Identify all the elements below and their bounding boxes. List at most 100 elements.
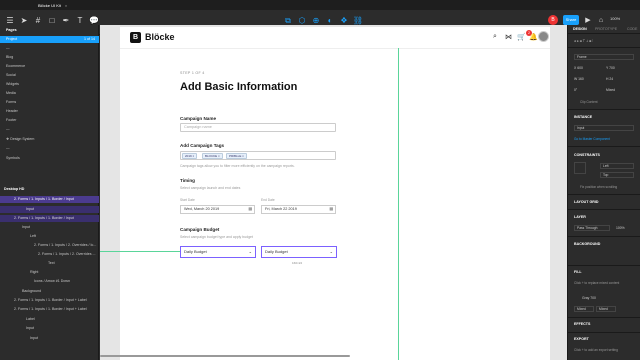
tag-chip[interactable]: 2019 × <box>182 153 198 159</box>
constraint-horizontal[interactable]: Left <box>600 163 634 169</box>
page-item-project[interactable]: Project 1 of 14 <box>0 36 99 43</box>
avatar[interactable] <box>538 31 549 42</box>
divider <box>568 236 640 237</box>
h-field[interactable]: H 24 <box>606 76 613 82</box>
layer-row[interactable]: Input <box>0 224 99 231</box>
budget-amount-select[interactable]: Daily Budget ⌄ <box>261 246 337 258</box>
layer-row[interactable]: Input <box>0 335 99 342</box>
canvas[interactable]: B Blöcke ⌕ ⋈ 🛒 2 🔔 STEP 1 OF 4 Add Basic… <box>100 25 567 360</box>
align-icons[interactable]: ⫷ ⫸ ⊟ ⊤ ⊥ ⊞ ⋮ <box>574 38 593 44</box>
page-item[interactable]: Header <box>0 108 99 115</box>
rotation-field[interactable]: 0° <box>574 87 577 93</box>
page-item[interactable]: — <box>0 45 99 52</box>
layer-row[interactable]: 2. Forms / 1. Inputs / 1. Border / Input <box>0 196 99 203</box>
layer-row[interactable]: 2. Forms / 1. Inputs / 1. Border / Input… <box>0 306 99 313</box>
page-item[interactable]: Symbols <box>0 155 99 162</box>
page-item[interactable]: Blog <box>0 54 99 61</box>
opacity-field[interactable]: 100% <box>616 225 625 231</box>
search-icon[interactable]: ⌕ <box>493 33 497 41</box>
layer-row[interactable]: Label <box>0 316 99 323</box>
end-date-input[interactable]: Fri, March 22 2019 ▦ <box>261 205 336 214</box>
layers-panel: Pages Project 1 of 14 — Blog Ecommerce So… <box>0 25 99 360</box>
logo: B <box>130 32 141 43</box>
calendar-icon: ▦ <box>329 207 333 211</box>
layer-row[interactable]: Icons / Arrow #1 Down <box>0 278 99 285</box>
layer-row[interactable]: Right <box>0 269 99 276</box>
bell-icon[interactable]: 🔔 <box>529 33 538 41</box>
tags-hint: Campaign tags allow you to filter more e… <box>180 164 295 168</box>
layer-row[interactable]: Text <box>0 260 99 267</box>
page-item[interactable]: — <box>0 145 99 152</box>
instance-select[interactable]: Input <box>574 125 634 131</box>
campaign-name-input[interactable]: Campaign name <box>180 123 336 132</box>
layer-row[interactable]: Background <box>0 288 99 295</box>
pages-header[interactable]: Pages <box>0 27 99 34</box>
share-button[interactable]: Share <box>563 15 579 25</box>
layout-grid-header: LAYOUT GRID <box>574 200 599 204</box>
divider <box>568 317 640 318</box>
tags-label: Add Campaign Tags <box>180 143 225 148</box>
tab-design[interactable]: DESIGN <box>573 27 587 31</box>
chevron-down-icon: ⌄ <box>248 249 252 254</box>
constraint-widget[interactable] <box>574 162 586 174</box>
tab-code[interactable]: CODE <box>627 27 637 31</box>
font-weight-select[interactable]: Mixed <box>574 306 594 312</box>
page-item[interactable]: Media <box>0 90 99 97</box>
layer-row[interactable]: Input <box>0 206 99 213</box>
step-indicator: STEP 1 OF 4 <box>180 71 205 75</box>
layer-row[interactable]: 2. Forms / 1. Inputs / 1. Border / Input… <box>0 297 99 304</box>
page-item[interactable]: Footer <box>0 117 99 124</box>
page-item[interactable]: — <box>0 126 99 133</box>
layer-header: LAYER <box>574 215 586 219</box>
page-item[interactable]: Social <box>0 72 99 79</box>
end-date-label: End Date <box>261 198 275 202</box>
tab-prototype[interactable]: PROTOTYPE <box>595 27 617 31</box>
chevron-down-icon: ⌄ <box>329 249 333 254</box>
w-field[interactable]: W 160 <box>574 76 584 82</box>
page-title: Add Basic Information <box>180 81 298 93</box>
page-item[interactable]: ❖ Design System <box>0 136 99 143</box>
radius-field[interactable]: Mixed <box>606 87 615 93</box>
page-item[interactable]: Widgets <box>0 81 99 88</box>
layer-row[interactable]: Left <box>0 233 99 240</box>
constraint-vertical[interactable]: Top <box>600 172 634 178</box>
file-tab-title: Blöcke UI Kit <box>38 3 61 8</box>
y-field[interactable]: Y 700 <box>606 65 615 71</box>
budget-type-select[interactable]: Daily Budget ⌄ <box>180 246 256 258</box>
desktop-frame[interactable]: B Blöcke ⌕ ⋈ 🛒 2 🔔 STEP 1 OF 4 Add Basic… <box>120 27 550 360</box>
share-icon[interactable]: ⋈ <box>505 33 512 41</box>
page-item[interactable]: Forms <box>0 99 99 106</box>
tab-bar: Blöcke UI Kit × <box>0 0 640 10</box>
clip-content-checkbox[interactable]: Clip Content <box>580 100 598 104</box>
blend-mode-select[interactable]: Pass Through <box>574 225 610 231</box>
budget-hint: Select campaign budget type and apply bu… <box>180 235 253 239</box>
go-to-master-link[interactable]: Go to Master Component <box>574 137 610 141</box>
divider <box>568 146 640 147</box>
close-icon[interactable]: × <box>65 3 67 8</box>
export-header: EXPORT <box>574 337 589 341</box>
layer-row[interactable]: 2. Forms / 1. Inputs / 2. Overrides / Ic… <box>0 242 99 249</box>
tag-chip[interactable]: BLOCKE × <box>202 153 223 159</box>
layer-row[interactable]: Desktop HD <box>0 186 99 193</box>
layer-row[interactable]: 2. Forms / 1. Inputs / 1. Border / Input <box>0 215 99 222</box>
style-gray-700[interactable]: Gray 700 <box>582 295 596 301</box>
layer-row[interactable]: Input <box>0 325 99 332</box>
font-size-select[interactable]: Mixed <box>596 306 616 312</box>
start-date-value: Wed, March 20 2019 <box>184 207 220 211</box>
avatar[interactable]: B <box>548 15 558 25</box>
page-item[interactable]: Ecommerce <box>0 63 99 70</box>
x-field[interactable]: X 600 <box>574 65 583 71</box>
file-tab[interactable]: Blöcke UI Kit × <box>38 2 67 9</box>
instance-header: INSTANCE <box>574 115 593 119</box>
layer-row[interactable]: 2. Forms / 1. Inputs / 2. Overrides ... <box>0 251 99 258</box>
cart-icon[interactable]: 🛒 <box>517 33 526 41</box>
zoom-level[interactable]: 100% <box>610 16 620 21</box>
calendar-icon: ▦ <box>248 207 252 211</box>
horizontal-scrollbar[interactable] <box>100 355 350 357</box>
start-date-input[interactable]: Wed, March 20 2019 ▦ <box>180 205 255 214</box>
fix-position-checkbox[interactable]: Fix position when scrolling <box>580 185 617 189</box>
frame-select[interactable]: Frame <box>574 54 634 60</box>
divider <box>568 209 640 210</box>
fill-hint: Click + to replace mixed content <box>574 281 620 285</box>
tag-chip[interactable]: PRIBLLE × <box>226 153 247 159</box>
